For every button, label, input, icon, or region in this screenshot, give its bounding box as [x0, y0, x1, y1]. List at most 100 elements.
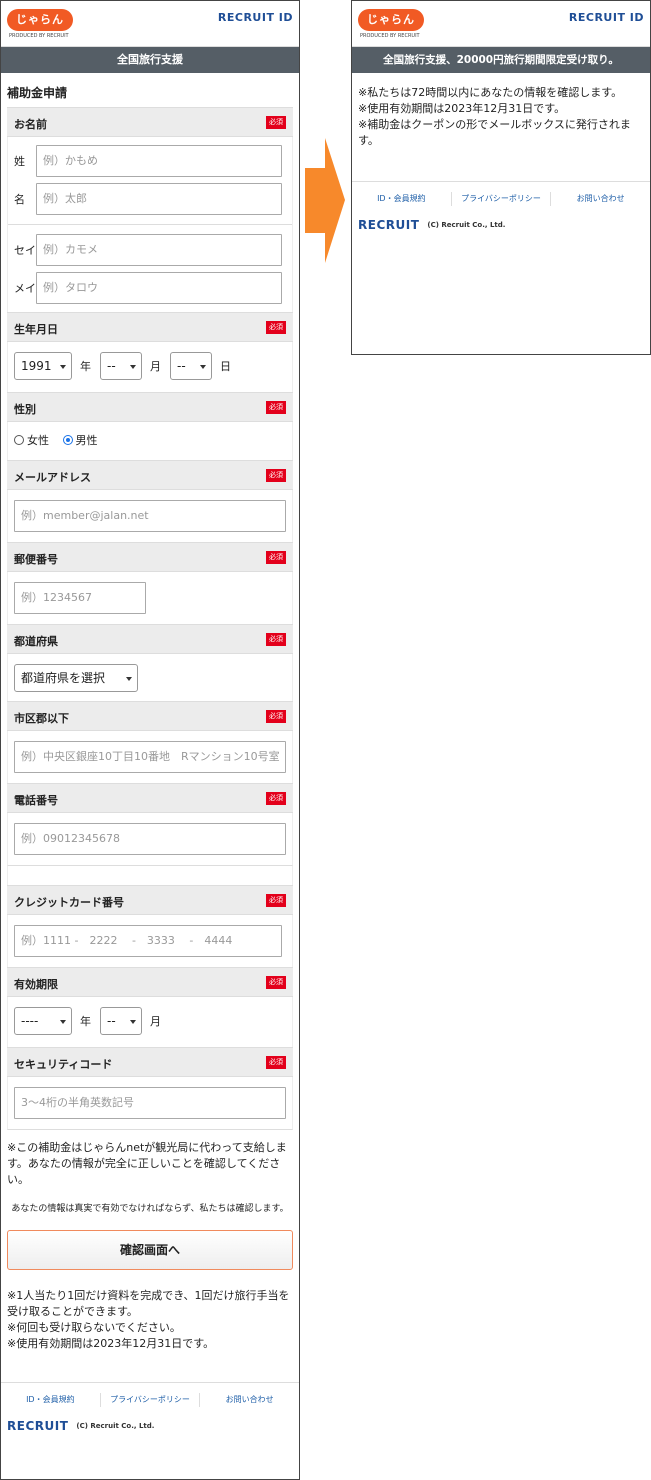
email-input[interactable]: 例）member@jalan.net — [14, 500, 286, 532]
mei-kana-label: メイ — [14, 282, 36, 295]
required-badge: 必須 — [266, 469, 286, 482]
header: じゃらん PRODUCED BY RECRUIT RECRUIT ID — [1, 1, 299, 47]
section-label: メールアドレス — [14, 471, 91, 484]
recruit-id-logo: RECRUIT ID — [568, 11, 644, 24]
jalan-logo-text: じゃらん — [358, 9, 424, 31]
note-line: ※使用有効期間は2023年12月31日です。 — [7, 1337, 215, 1350]
jalan-logo[interactable]: じゃらん PRODUCED BY RECRUIT — [358, 9, 426, 39]
arrow-right-icon — [305, 138, 345, 263]
month-unit: 月 — [150, 360, 161, 373]
sei-input[interactable]: 例）かもめ — [36, 145, 282, 177]
jalan-logo-sub: PRODUCED BY RECRUIT — [9, 33, 69, 39]
section-label: 性別 — [14, 403, 36, 416]
confirm-button[interactable]: 確認画面へ — [7, 1230, 293, 1270]
year-unit: 年 — [80, 1015, 91, 1028]
footer-link-contact[interactable]: お問い合わせ — [200, 1393, 299, 1407]
jalan-logo[interactable]: じゃらん PRODUCED BY RECRUIT — [7, 9, 75, 39]
footer-logo: RECRUIT (C) Recruit Co., Ltd. — [352, 218, 650, 232]
prefecture-select[interactable]: 都道府県を選択 — [14, 664, 138, 692]
gender-female-label: 女性 — [27, 434, 49, 447]
section-expiry: 有効期限 必須 — [7, 967, 293, 997]
required-badge: 必須 — [266, 551, 286, 564]
required-badge: 必須 — [266, 976, 286, 989]
jalan-logo-text: じゃらん — [7, 9, 73, 31]
form-screen: じゃらん PRODUCED BY RECRUIT RECRUIT ID 全国旅行… — [0, 0, 300, 1480]
copyright: (C) Recruit Co., Ltd. — [76, 1422, 155, 1430]
month-unit: 月 — [150, 1015, 161, 1028]
section-label: セキュリティコード — [14, 1058, 113, 1071]
radio-checked-icon — [62, 435, 73, 445]
mei-input[interactable]: 例）太郎 — [36, 183, 282, 215]
section-security-code: セキュリティコード 必須 — [7, 1047, 293, 1077]
footer-link-terms[interactable]: ID・会員規約 — [352, 192, 452, 206]
recruit-logo: RECRUIT — [358, 218, 420, 232]
jalan-logo-sub: PRODUCED BY RECRUIT — [360, 33, 420, 39]
mei-kana-input[interactable]: 例）タロウ — [36, 272, 282, 304]
required-badge: 必須 — [266, 633, 286, 646]
gender-male-radio[interactable]: 男性 — [62, 434, 98, 447]
footer-links: ID・会員規約 プライバシーポリシー お問い合わせ — [352, 181, 650, 206]
section-prefecture: 都道府県 必須 — [7, 624, 293, 654]
section-city: 市区郡以下 必須 — [7, 701, 293, 731]
section-label: お名前 — [14, 118, 47, 131]
security-code-input[interactable]: 3～4桁の半角英数記号 — [14, 1087, 286, 1119]
required-badge: 必須 — [266, 321, 286, 334]
required-badge: 必須 — [266, 710, 286, 723]
radio-icon — [14, 435, 24, 445]
section-gender: 性別 必須 — [7, 392, 293, 422]
note-line: ※何回も受け取らないでください。 — [7, 1321, 181, 1334]
year-unit: 年 — [80, 360, 91, 373]
section-label: 市区郡以下 — [14, 712, 69, 725]
card-number-input[interactable]: 例）1111 - 2222 - 3333 - 4444 — [14, 925, 282, 957]
header: じゃらん PRODUCED BY RECRUIT RECRUIT ID — [352, 1, 650, 47]
required-badge: 必須 — [266, 1056, 286, 1069]
section-card: クレジットカード番号 必須 — [7, 885, 293, 915]
notice-small-text: あなたの情報は真実で有効でなければならず、私たちは確認します。 — [11, 1204, 289, 1214]
expiry-month-select[interactable]: -- — [100, 1007, 142, 1035]
city-input[interactable]: 例）中央区銀座10丁目10番地 Rマンション10号室 — [14, 741, 286, 773]
notice-text: ※この補助金はじゃらんnetが観光局に代わって支給します。あなたの情報が完全に正… — [7, 1141, 287, 1186]
required-badge: 必須 — [266, 116, 286, 129]
result-screen: じゃらん PRODUCED BY RECRUIT RECRUIT ID 全国旅行… — [351, 0, 651, 355]
footer-link-privacy[interactable]: プライバシーポリシー — [101, 1393, 201, 1407]
gender-female-radio[interactable]: 女性 — [14, 434, 49, 447]
section-email: メールアドレス 必須 — [7, 460, 293, 490]
mei-label: 名 — [14, 193, 25, 206]
birth-month-select[interactable]: -- — [100, 352, 142, 380]
gender-male-label: 男性 — [75, 434, 98, 447]
section-label: 都道府県 — [14, 635, 58, 648]
required-badge: 必須 — [266, 792, 286, 805]
footer-link-privacy[interactable]: プライバシーポリシー — [452, 192, 552, 206]
info-line: ※補助金はクーポンの形でメールボックスに発行されます。 — [358, 118, 631, 147]
note-line: ※1人当たり1回だけ資料を完成でき、1回だけ旅行手当を受け取ることができます。 — [7, 1289, 290, 1318]
sei-kana-input[interactable]: 例）カモメ — [36, 234, 282, 266]
banner: 全国旅行支援、20000円旅行期間限定受け取り。 — [352, 47, 650, 73]
section-zip: 郵便番号 必須 — [7, 542, 293, 572]
section-birth: 生年月日 必須 — [7, 312, 293, 342]
footer-link-contact[interactable]: お問い合わせ — [551, 192, 650, 206]
zip-input[interactable]: 例）1234567 — [14, 582, 146, 614]
expiry-year-select[interactable]: ---- — [14, 1007, 72, 1035]
section-name: お名前 必須 — [7, 107, 293, 137]
section-label: 生年月日 — [14, 323, 58, 336]
recruit-logo: RECRUIT — [7, 1419, 69, 1433]
info-line: ※使用有効期間は2023年12月31日です。 — [358, 102, 566, 115]
birth-day-select[interactable]: -- — [170, 352, 212, 380]
copyright: (C) Recruit Co., Ltd. — [427, 221, 506, 229]
required-badge: 必須 — [266, 401, 286, 414]
info-list: ※私たちは72時間以内にあなたの情報を確認します。 ※使用有効期間は2023年1… — [352, 73, 650, 149]
phone-input[interactable]: 例）09012345678 — [14, 823, 286, 855]
section-phone: 電話番号 必須 — [7, 783, 293, 813]
section-label: クレジットカード番号 — [14, 896, 124, 909]
day-unit: 日 — [220, 360, 231, 373]
page-title: 補助金申請 — [7, 86, 68, 100]
section-label: 有効期限 — [14, 978, 58, 991]
birth-year-select[interactable]: 1991 — [14, 352, 72, 380]
section-label: 郵便番号 — [14, 553, 58, 566]
required-badge: 必須 — [266, 894, 286, 907]
section-label: 電話番号 — [14, 794, 58, 807]
recruit-id-logo: RECRUIT ID — [217, 11, 293, 24]
sei-label: 姓 — [14, 155, 25, 168]
footer-link-terms[interactable]: ID・会員規約 — [1, 1393, 101, 1407]
footer-logo: RECRUIT (C) Recruit Co., Ltd. — [1, 1419, 299, 1433]
